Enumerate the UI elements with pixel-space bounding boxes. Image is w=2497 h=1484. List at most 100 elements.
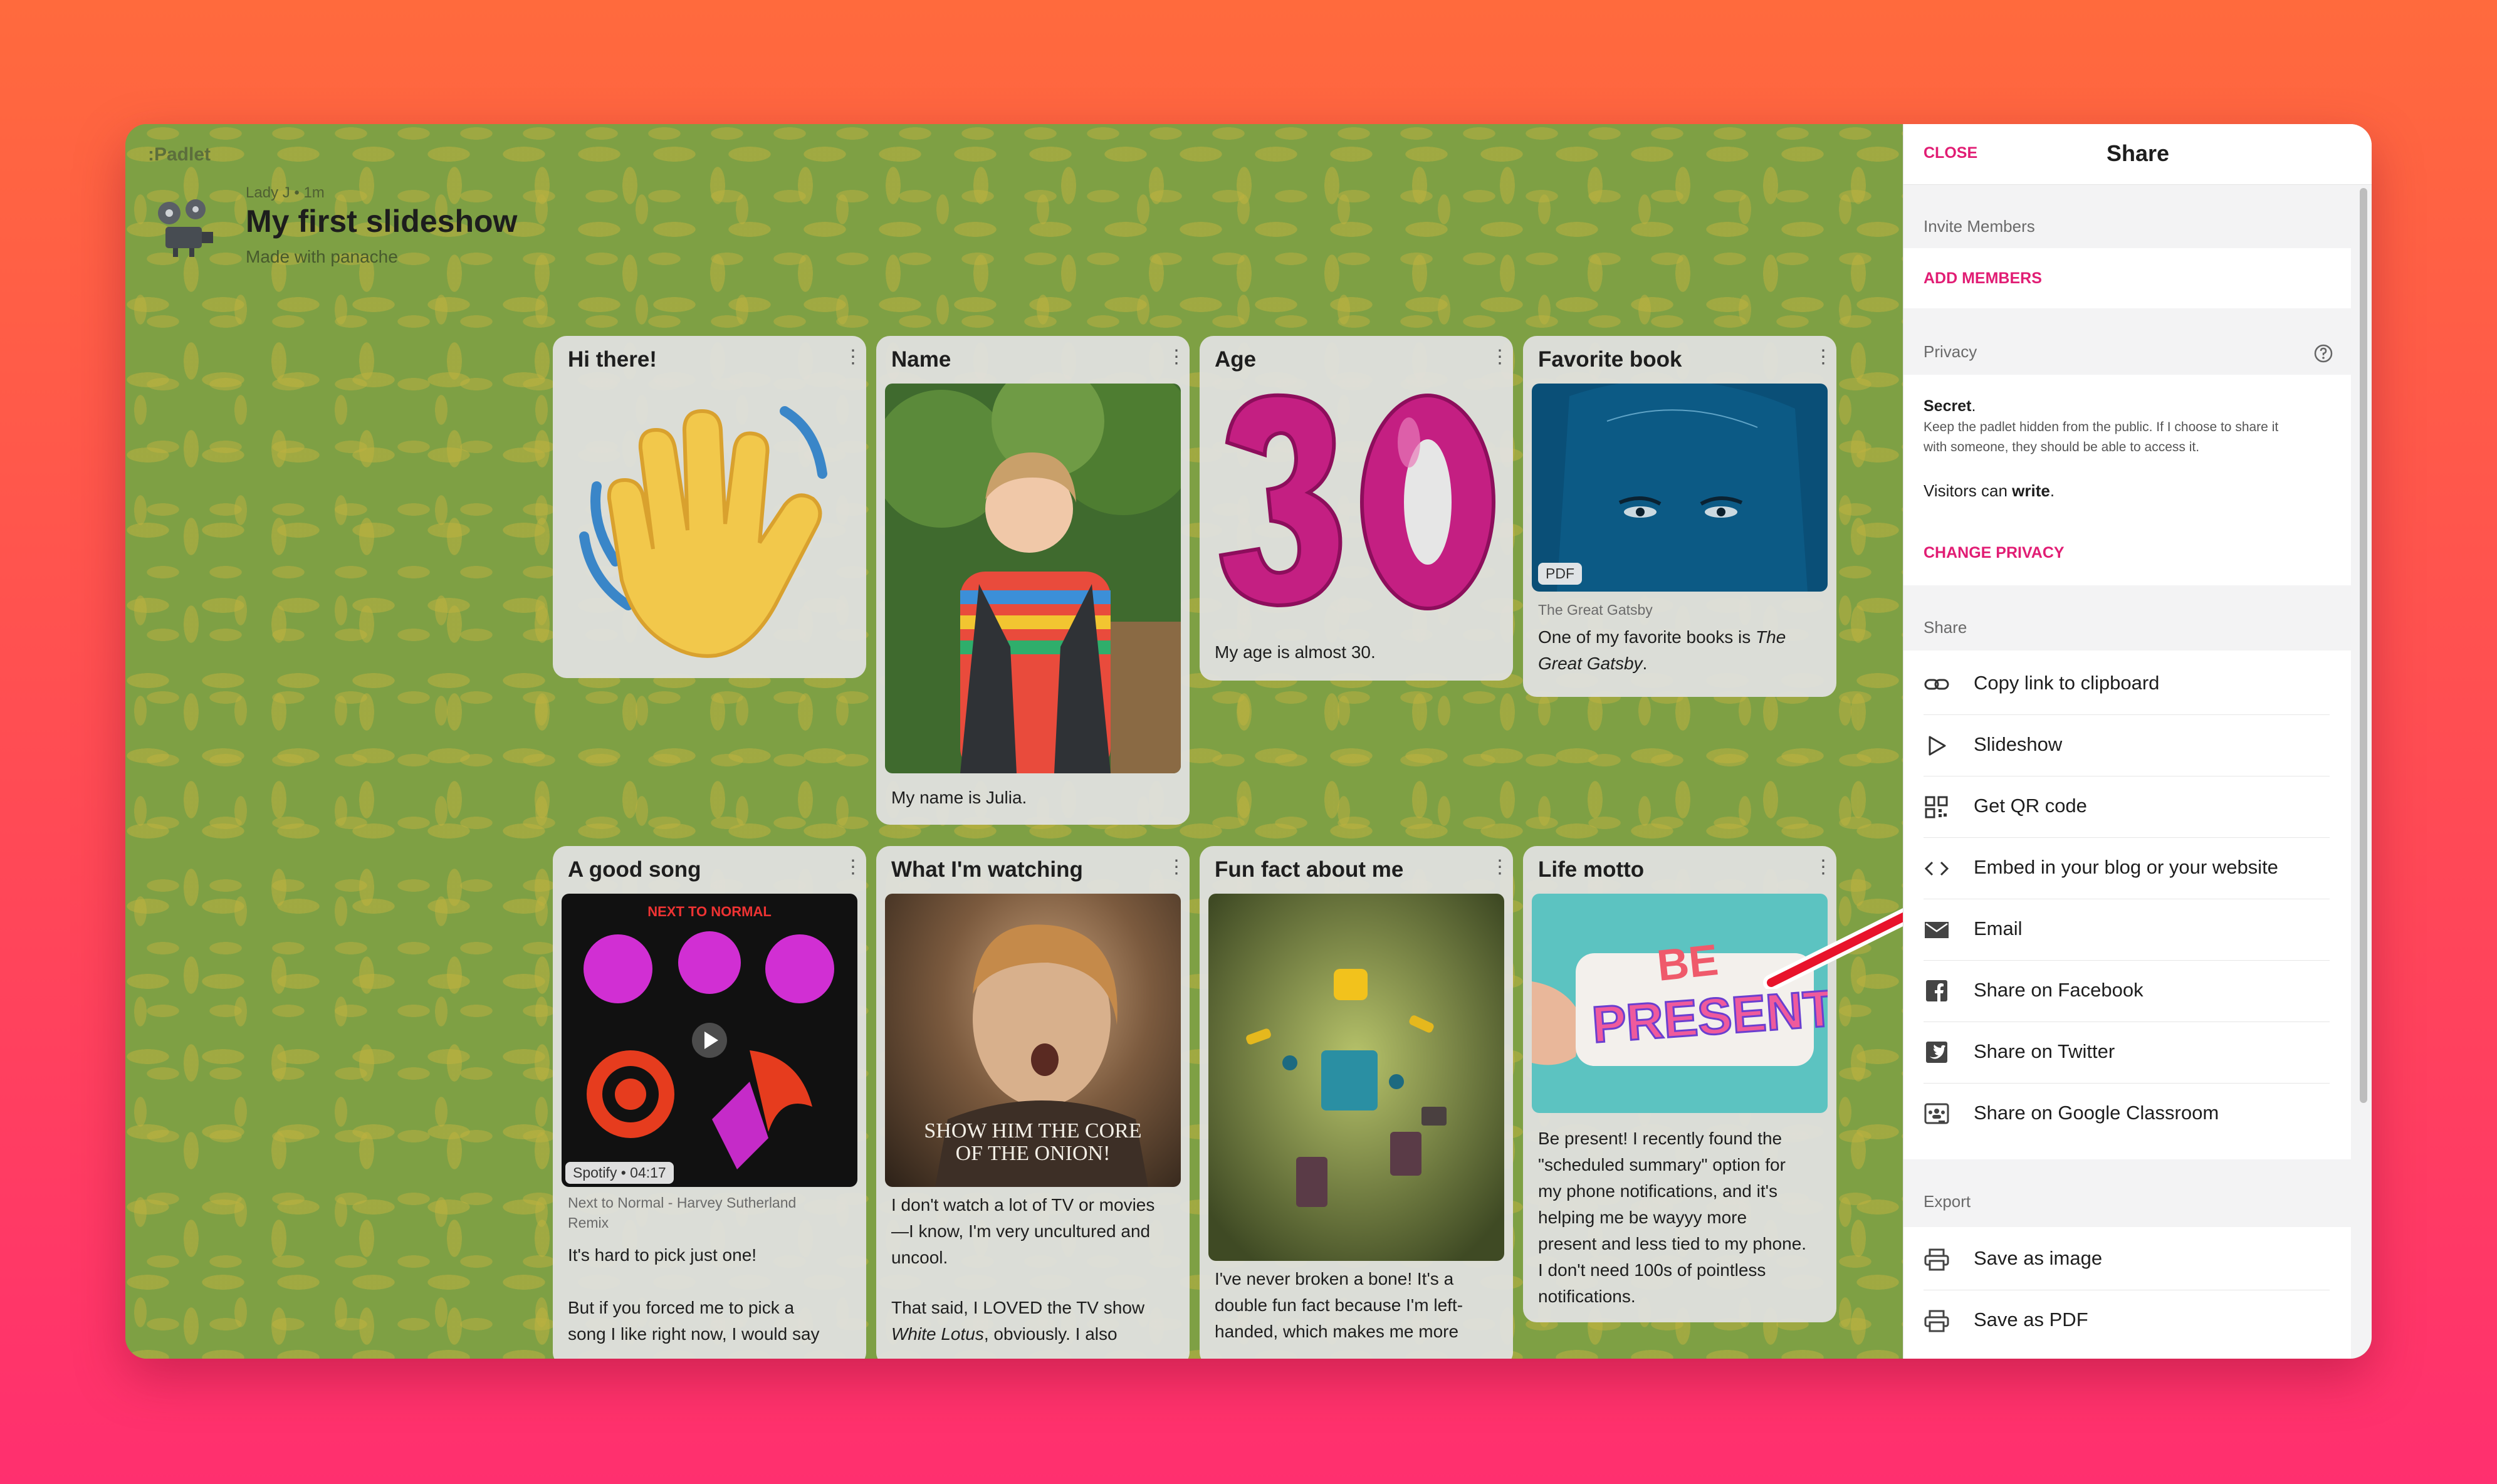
link-icon bbox=[1924, 679, 1949, 690]
facebook-icon bbox=[1926, 980, 1947, 1001]
book-cover-image bbox=[1532, 384, 1828, 592]
card-good-song[interactable]: A good song ⋮ NEXT TO NORMAL Spotify • 0… bbox=[553, 846, 866, 1359]
section-label-share: Share bbox=[1924, 618, 1967, 637]
card-title: A good song bbox=[568, 857, 701, 882]
privacy-description: Keep the padlet hidden from the public. … bbox=[1924, 420, 2279, 434]
card-body: That said, I LOVED the TV show bbox=[891, 1298, 1145, 1317]
share-item-email[interactable]: Email bbox=[1924, 900, 2330, 961]
more-options-icon[interactable]: ⋮ bbox=[1490, 854, 1509, 881]
play-icon bbox=[1929, 736, 1946, 756]
google-classroom-icon bbox=[1924, 1103, 1949, 1124]
more-options-icon[interactable]: ⋮ bbox=[1167, 854, 1186, 881]
card-body: But if you forced me to pick a bbox=[568, 1298, 795, 1317]
attachment-source: The Great Gatsby bbox=[1538, 602, 1653, 618]
card-name[interactable]: Name ⋮ My name is Julia. bbox=[876, 336, 1190, 825]
more-options-icon[interactable]: ⋮ bbox=[1490, 343, 1509, 371]
attachment-source: Next to Normal - Harvey Sutherland bbox=[568, 1194, 797, 1211]
share-item-google-classroom[interactable]: Share on Google Classroom bbox=[1924, 1084, 2330, 1144]
card-body: I don't need 100s of pointless bbox=[1538, 1260, 1766, 1280]
svg-text:NEXT TO NORMAL: NEXT TO NORMAL bbox=[647, 904, 772, 919]
card-body: "scheduled summary" option for bbox=[1538, 1155, 1786, 1174]
section-label-privacy: Privacy bbox=[1924, 342, 1977, 361]
media-info-badge: Spotify • 04:17 bbox=[565, 1162, 674, 1184]
card-body: I've never broken a bone! It's a bbox=[1215, 1269, 1454, 1288]
share-item-slideshow[interactable]: Slideshow bbox=[1924, 716, 2330, 776]
export-item-save-image[interactable]: Save as image bbox=[1924, 1230, 2330, 1290]
more-options-icon[interactable]: ⋮ bbox=[1814, 343, 1833, 371]
card-age[interactable]: Age ⋮ My age is almost 30. bbox=[1200, 336, 1513, 681]
film-projector-icon bbox=[158, 199, 213, 257]
card-fun-fact[interactable]: Fun fact about me ⋮ I've never broken a … bbox=[1200, 846, 1513, 1359]
lego-figure-image bbox=[1208, 894, 1504, 1261]
share-item-twitter[interactable]: Share on Twitter bbox=[1924, 1023, 2330, 1084]
card-body: My name is Julia. bbox=[891, 788, 1027, 807]
padlet-window: :Padlet Lady J • 1m My first slideshow M… bbox=[125, 124, 2372, 1359]
share-item-copy-link[interactable]: Copy link to clipboard bbox=[1924, 654, 2330, 715]
code-icon bbox=[1924, 861, 1949, 876]
share-options-list: Copy link to clipboard Slideshow Get QR … bbox=[1903, 651, 2351, 1159]
printer-icon bbox=[1924, 1248, 1949, 1271]
card-body: uncool. bbox=[891, 1248, 948, 1267]
card-title: Favorite book bbox=[1538, 347, 1682, 372]
add-members-button[interactable]: ADD MEMBERS bbox=[1924, 269, 2042, 288]
help-icon[interactable] bbox=[2313, 343, 2333, 363]
attachment-source: Remix bbox=[568, 1215, 609, 1231]
share-item-facebook[interactable]: Share on Facebook bbox=[1924, 961, 2330, 1022]
card-favorite-book[interactable]: Favorite book ⋮ PDF The Great Gatsby One… bbox=[1523, 336, 1836, 697]
gif-caption: OF THE ONION! bbox=[955, 1142, 1111, 1165]
album-art-image: NEXT TO NORMAL bbox=[562, 894, 857, 1187]
more-options-icon[interactable]: ⋮ bbox=[1167, 343, 1186, 371]
export-item-save-pdf[interactable]: Save as PDF bbox=[1924, 1291, 2330, 1351]
printer-icon bbox=[1924, 1310, 1949, 1332]
card-body: helping me be wayyy more bbox=[1538, 1208, 1747, 1227]
more-options-icon[interactable]: ⋮ bbox=[844, 854, 862, 881]
card-body: White Lotus, obviously. I also bbox=[891, 1324, 1118, 1344]
card-title: Name bbox=[891, 347, 951, 372]
card-body: song I like right now, I would say bbox=[568, 1324, 820, 1344]
more-options-icon[interactable]: ⋮ bbox=[844, 343, 862, 371]
padlet-logo[interactable]: :Padlet bbox=[148, 144, 211, 165]
card-body: —I know, I'm very uncultured and bbox=[891, 1221, 1151, 1241]
share-panel-title: Share bbox=[2106, 140, 2170, 166]
tv-gif-image: SHOW HIM THE CORE OF THE ONION! bbox=[885, 894, 1181, 1187]
section-label-invite: Invite Members bbox=[1924, 217, 2035, 236]
twitter-icon bbox=[1926, 1042, 1947, 1063]
card-body: One of my favorite books is The Great Ga… bbox=[1538, 627, 1786, 673]
share-panel-header: CLOSE Share bbox=[1903, 124, 2372, 185]
visitor-permission: Visitors can write. bbox=[1924, 481, 2055, 500]
panel-scrollbar[interactable] bbox=[2360, 188, 2367, 1103]
share-item-embed[interactable]: Embed in your blog or your website bbox=[1924, 839, 2330, 899]
share-panel: CLOSE Share Invite Members ADD MEMBERS P… bbox=[1903, 124, 2372, 1359]
section-label-export: Export bbox=[1924, 1192, 1971, 1211]
page-title: My first slideshow bbox=[246, 204, 518, 239]
card-body: Be present! I recently found the bbox=[1538, 1129, 1782, 1148]
privacy-description: with someone, they should be able to acc… bbox=[1924, 440, 2200, 454]
card-what-im-watching[interactable]: What I'm watching ⋮ SHOW HIM THE CORE OF… bbox=[876, 846, 1190, 1359]
page-subtitle: Made with panache bbox=[246, 247, 398, 266]
padlet-board: :Padlet Lady J • 1m My first slideshow M… bbox=[125, 124, 2026, 1359]
card-body: My age is almost 30. bbox=[1215, 642, 1376, 662]
card-body: handed, which makes me more bbox=[1215, 1322, 1459, 1341]
card-body: present and less tied to my phone. bbox=[1538, 1234, 1807, 1253]
card-body: my phone notifications, and it's bbox=[1538, 1181, 1778, 1201]
card-hi-there[interactable]: Hi there! ⋮ bbox=[553, 336, 866, 678]
card-body: It's hard to pick just one! bbox=[568, 1245, 757, 1265]
privacy-name: Secret. bbox=[1924, 397, 1976, 415]
share-item-qr-code[interactable]: Get QR code bbox=[1924, 777, 2330, 838]
waving-hand-icon bbox=[579, 406, 827, 658]
file-type-badge: PDF bbox=[1538, 563, 1582, 585]
post-meta: Lady J • 1m bbox=[246, 184, 325, 201]
card-title: Age bbox=[1215, 347, 1257, 372]
portrait-photo bbox=[885, 384, 1181, 773]
card-body: notifications. bbox=[1538, 1287, 1636, 1306]
card-body: double fun fact because I'm left- bbox=[1215, 1295, 1463, 1315]
envelope-icon bbox=[1925, 922, 1949, 938]
sticker-text: BE bbox=[1655, 935, 1721, 990]
card-title: Fun fact about me bbox=[1215, 857, 1404, 882]
export-options-list: Save as image Save as PDF bbox=[1903, 1227, 2351, 1359]
card-title: Hi there! bbox=[568, 347, 657, 372]
gif-caption: SHOW HIM THE CORE bbox=[924, 1119, 1142, 1142]
number-30-balloon-image bbox=[1218, 393, 1495, 610]
change-privacy-button[interactable]: CHANGE PRIVACY bbox=[1924, 544, 2065, 562]
card-title: Life motto bbox=[1538, 857, 1645, 882]
